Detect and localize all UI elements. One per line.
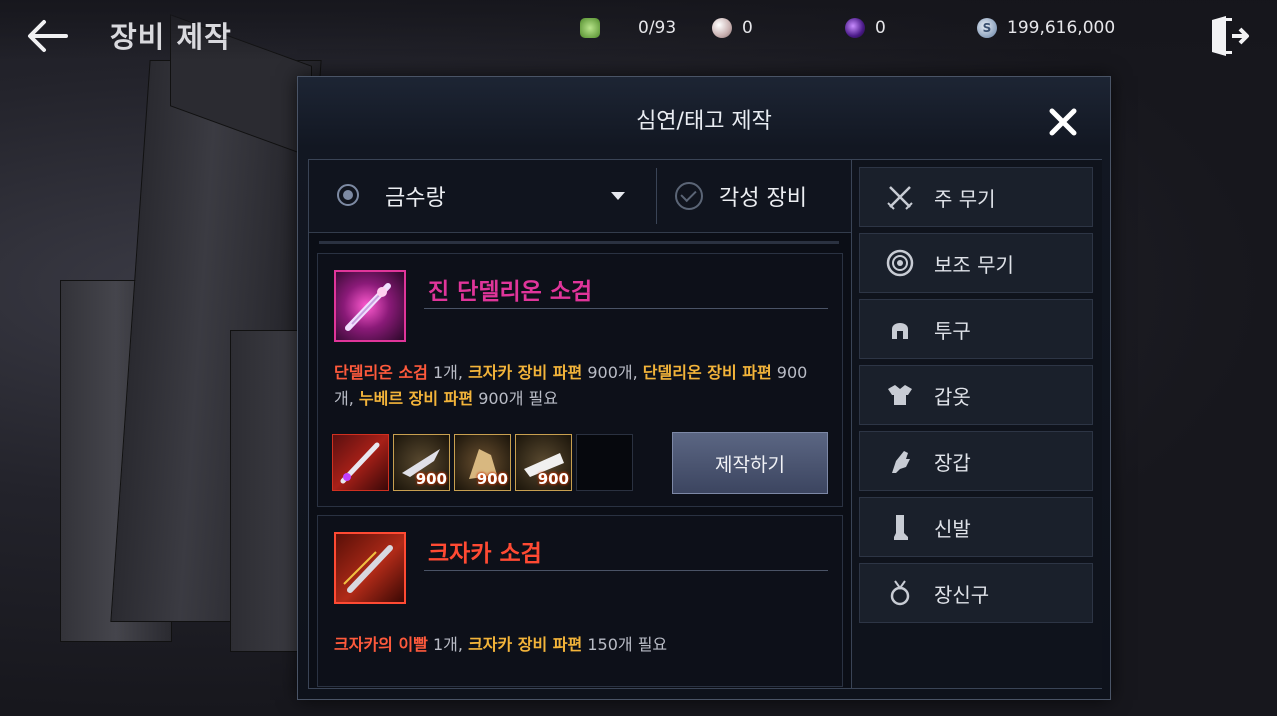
- class-select-label[interactable]: 금수랑: [385, 180, 446, 212]
- category-label: 장갑: [934, 450, 971, 475]
- resource-value: 0/93: [638, 18, 677, 38]
- category-helmet[interactable]: 투구: [859, 299, 1093, 359]
- req-count: 150개 필요: [587, 635, 668, 654]
- crossed-swords-icon: [884, 181, 916, 213]
- page-title: 장비 제작: [110, 20, 232, 54]
- crafting-modal: 심연/태고 제작 금수랑 각성 장비 진 단델리온 소검 단델리온 소검 1개,…: [297, 76, 1111, 700]
- req-count: 1개: [432, 363, 458, 382]
- category-label: 주 무기: [934, 186, 996, 211]
- exit-button[interactable]: [1208, 14, 1250, 58]
- modal-title: 심연/태고 제작: [636, 109, 772, 134]
- category-boots[interactable]: 신발: [859, 497, 1093, 557]
- resource-pearls: 0: [712, 14, 753, 42]
- close-icon: [1049, 108, 1077, 136]
- red-dagger-icon: [340, 442, 380, 484]
- req-sep: ,: [632, 363, 643, 382]
- category-accessory[interactable]: 장신구: [859, 563, 1093, 623]
- category-gloves[interactable]: 장갑: [859, 431, 1093, 491]
- resource-value: 0: [875, 18, 886, 38]
- list-top-divider: [319, 241, 839, 244]
- req-item: 크자카의 이빨: [334, 635, 428, 654]
- category-label: 갑옷: [934, 384, 971, 409]
- req-entry: 크자카 장비 파편 150개 필요: [468, 635, 667, 654]
- resource-fragments: 0/93: [580, 14, 676, 42]
- category-label: 신발: [934, 516, 971, 541]
- exit-door-icon: [1212, 16, 1249, 56]
- recipe-requirements: 단델리온 소검 1개, 크자카 장비 파편 900개, 단델리온 장비 파편 9…: [334, 360, 824, 412]
- req-item: 크자카 장비 파편: [468, 635, 583, 654]
- dagger-icon: [345, 283, 391, 331]
- pearl-icon: [712, 18, 732, 38]
- material-slot[interactable]: [332, 434, 389, 491]
- material-qty: 900: [537, 470, 569, 488]
- req-entry: 크자카 장비 파편 900개,: [468, 363, 643, 382]
- class-radio[interactable]: [337, 184, 359, 206]
- req-count: 900개: [587, 363, 633, 382]
- divider: [656, 168, 657, 224]
- boots-icon: [884, 511, 916, 543]
- category-sidebar: 주 무기 보조 무기 투구 갑옷 장갑 신발 장신구: [851, 160, 1102, 688]
- back-arrow-icon: [28, 20, 68, 52]
- back-button[interactable]: [24, 16, 72, 56]
- req-entry: 누베르 장비 파편 900개 필요: [359, 389, 558, 408]
- close-button[interactable]: [1046, 105, 1080, 139]
- material-qty: 900: [415, 470, 447, 488]
- req-count: 1개: [432, 635, 458, 654]
- awakening-checkbox[interactable]: [675, 182, 703, 210]
- recipe-list[interactable]: 진 단델리온 소검 단델리온 소검 1개, 크자카 장비 파편 900개, 단델…: [309, 233, 851, 688]
- helmet-icon: [884, 313, 916, 345]
- recipe-card: 크자카 소검 크자카의 이빨 1개, 크자카 장비 파편 150개 필요: [317, 515, 843, 687]
- recipe-item-icon[interactable]: [334, 270, 406, 342]
- req-item: 크자카 장비 파편: [468, 363, 583, 382]
- req-count: 900개 필요: [478, 389, 558, 408]
- category-sub-weapon[interactable]: 보조 무기: [859, 233, 1093, 293]
- armor-icon: [884, 379, 916, 411]
- material-slot[interactable]: 900: [454, 434, 511, 491]
- category-label: 보조 무기: [934, 252, 1014, 277]
- req-entry: 크자카의 이빨 1개,: [334, 635, 468, 654]
- recipe-name-underline: [424, 308, 828, 309]
- material-slots: 900 900 900: [332, 434, 633, 491]
- material-slot[interactable]: 900: [515, 434, 572, 491]
- req-item: 단델리온 소검: [334, 363, 428, 382]
- green-gem-icon: [580, 18, 600, 38]
- recipe-card: 진 단델리온 소검 단델리온 소검 1개, 크자카 장비 파편 900개, 단델…: [317, 253, 843, 507]
- purple-orb-icon: [845, 18, 865, 38]
- req-sep: ,: [348, 389, 359, 408]
- recipe-item-icon[interactable]: [334, 532, 406, 604]
- req-sep: ,: [457, 363, 469, 382]
- material-qty: 900: [476, 470, 508, 488]
- resource-value: 0: [742, 18, 753, 38]
- resource-orbs: 0: [845, 14, 886, 42]
- awakening-label[interactable]: 각성 장비: [719, 180, 807, 212]
- accessory-icon: [884, 577, 916, 609]
- silver-coin-icon: S: [977, 18, 997, 38]
- gloves-icon: [884, 445, 916, 477]
- resource-value: 199,616,000: [1007, 18, 1116, 38]
- category-label: 투구: [934, 318, 971, 343]
- req-item: 단델리온 장비 파편: [642, 363, 772, 382]
- req-sep: ,: [457, 635, 469, 654]
- recipe-name: 진 단델리온 소검: [428, 279, 593, 305]
- resource-silver: S 199,616,000: [977, 14, 1115, 42]
- recipe-name-underline: [424, 570, 828, 571]
- modal-body: 금수랑 각성 장비 진 단델리온 소검 단델리온 소검 1개, 크자카 장비 파…: [308, 159, 1102, 689]
- empty-material-slot: [576, 434, 633, 491]
- category-main-weapon[interactable]: 주 무기: [859, 167, 1093, 227]
- craft-button[interactable]: 제작하기: [672, 432, 828, 494]
- recipe-requirements: 크자카의 이빨 1개, 크자카 장비 파편 150개 필요: [334, 632, 824, 658]
- material-slot[interactable]: 900: [393, 434, 450, 491]
- recipe-name: 크자카 소검: [428, 541, 542, 567]
- round-shield-icon: [884, 247, 916, 279]
- category-armor[interactable]: 갑옷: [859, 365, 1093, 425]
- filter-bar: 금수랑 각성 장비: [309, 160, 851, 233]
- req-item: 누베르 장비 파편: [358, 389, 474, 408]
- category-label: 장신구: [934, 582, 990, 607]
- chevron-down-icon[interactable]: [611, 192, 625, 200]
- req-entry: 단델리온 소검 1개,: [334, 363, 468, 382]
- dagger-icon: [343, 545, 393, 593]
